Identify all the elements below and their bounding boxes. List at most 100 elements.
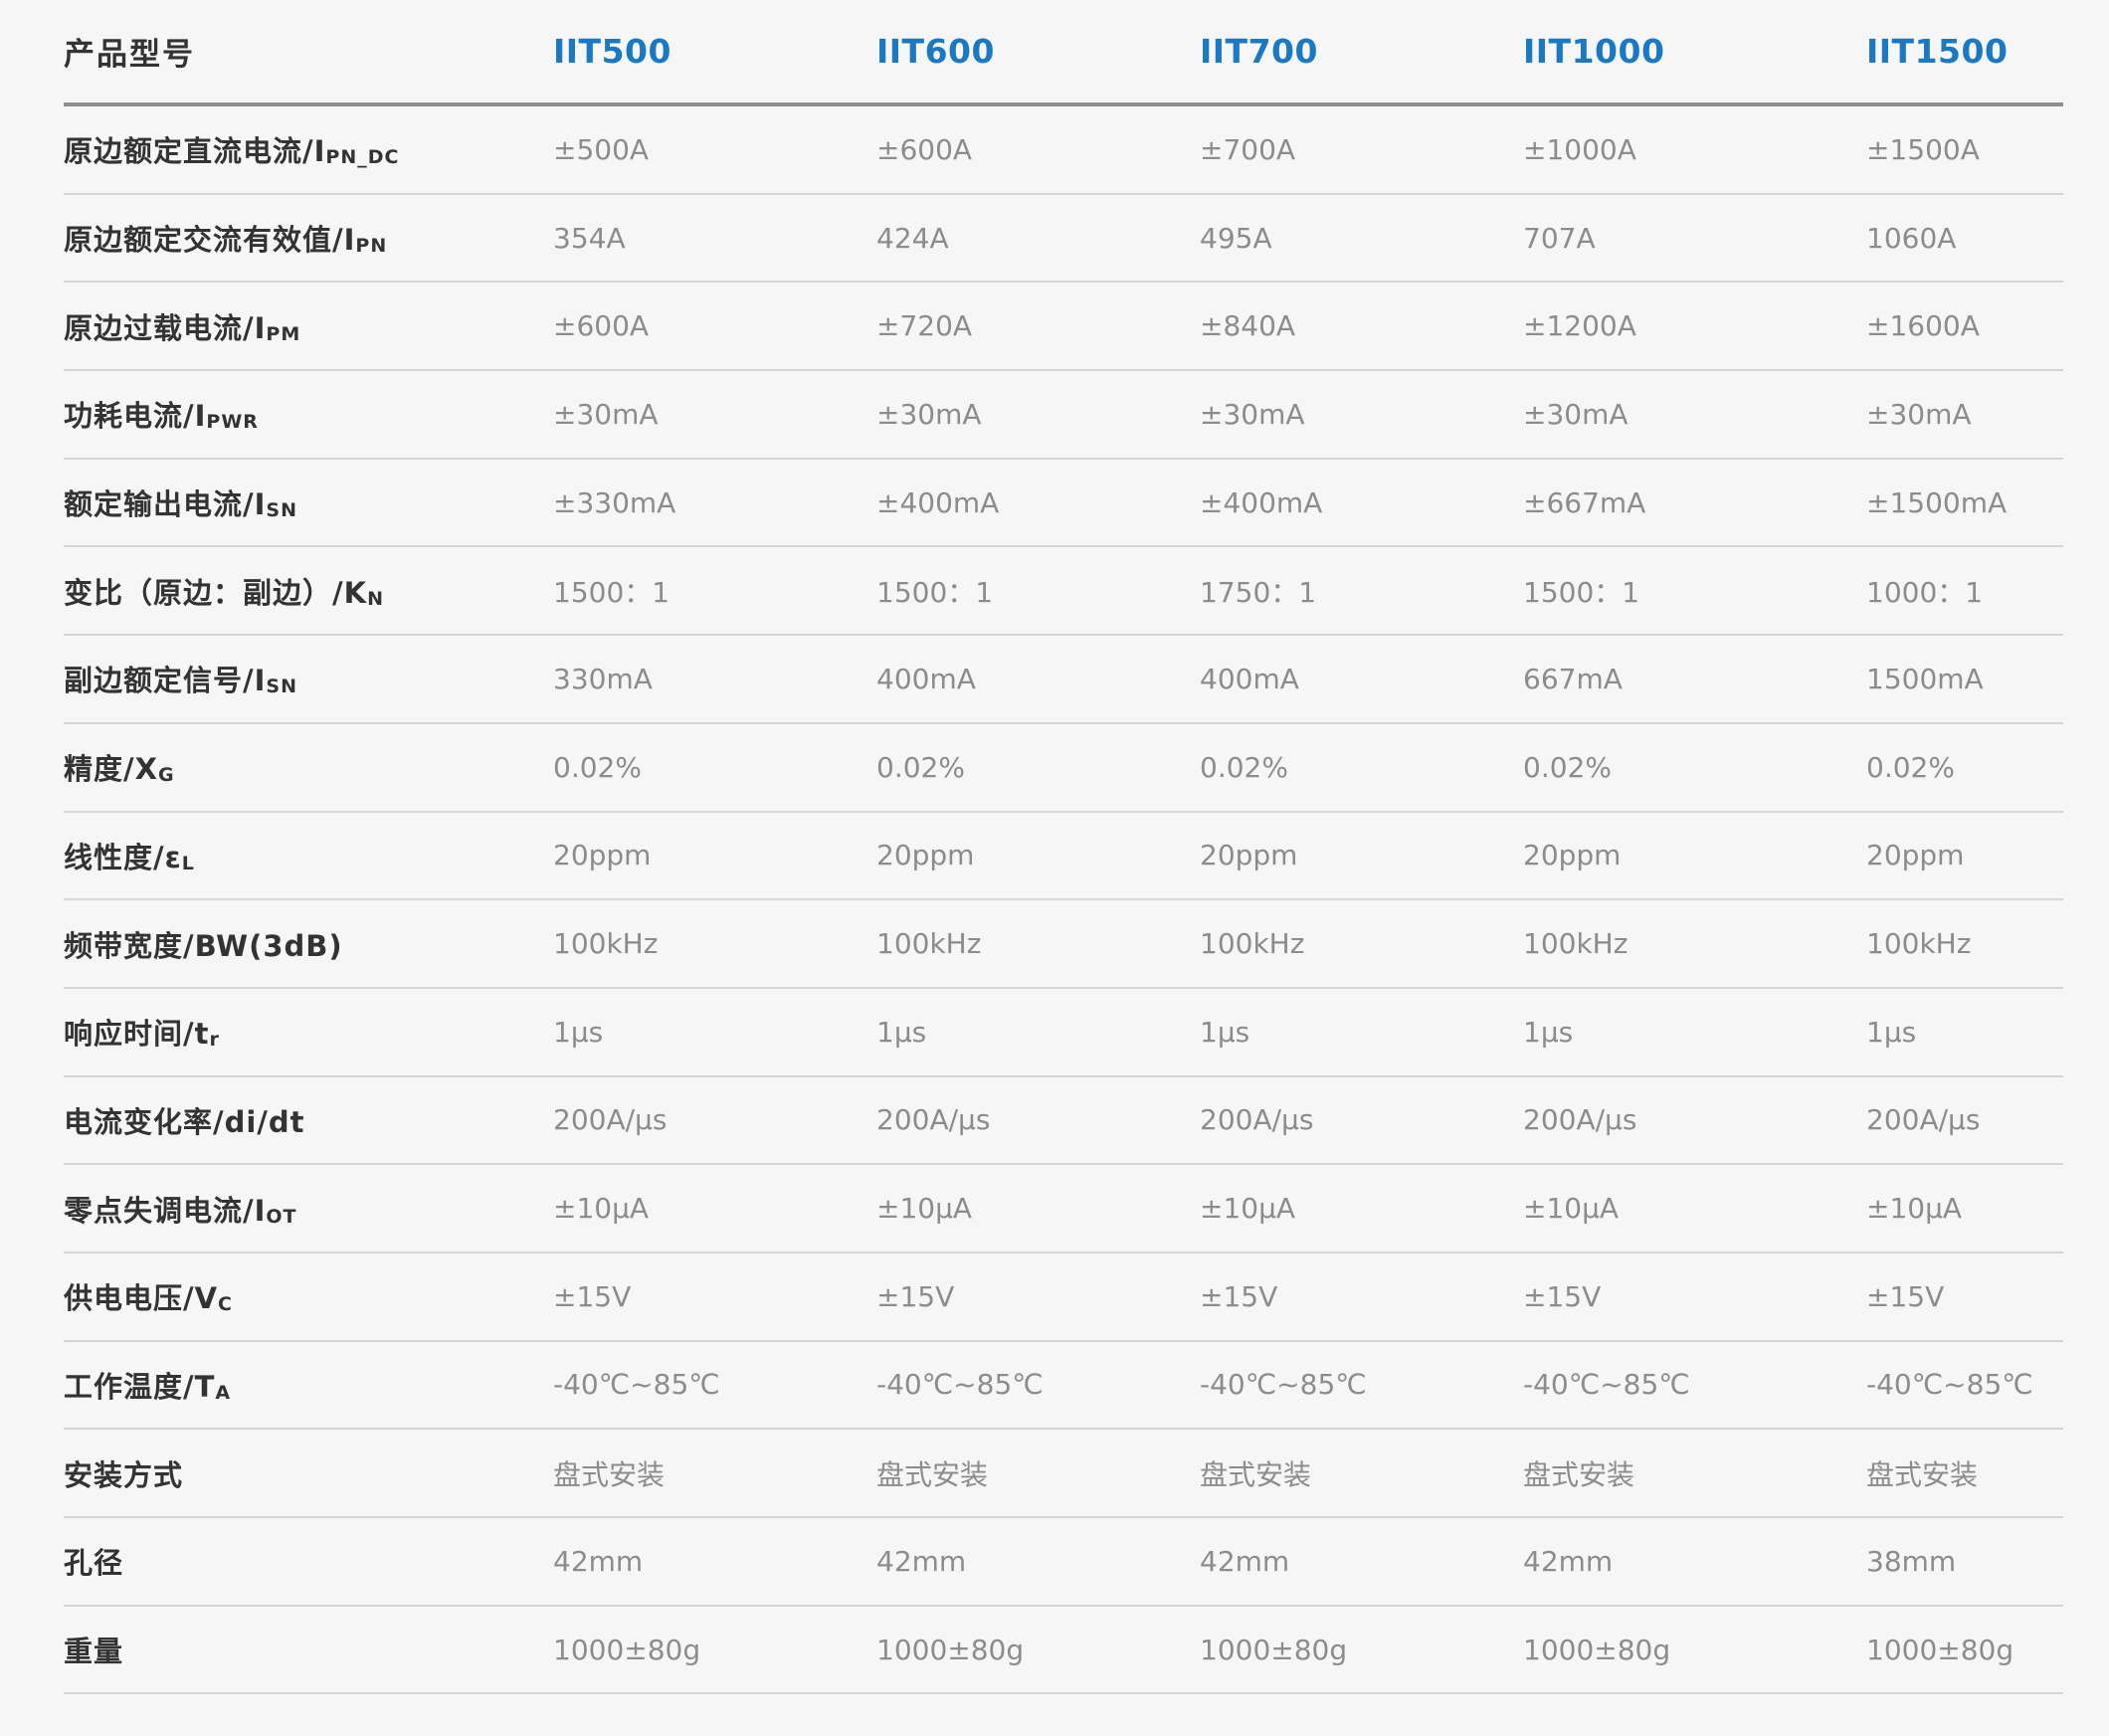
value-cell: 盘式安装 bbox=[1200, 1457, 1312, 1491]
value-cell: ±30mA bbox=[1523, 397, 1629, 431]
table-row: 安装方式 盘式安装 盘式安装 盘式安装 盘式安装 盘式安装 bbox=[64, 1430, 2063, 1518]
row-label: 零点失调电流/IOT bbox=[64, 1188, 553, 1230]
row-label-text: 副边额定信号/I bbox=[64, 664, 267, 698]
table-row: 零点失调电流/IOT ±10μA ±10μA ±10μA ±10μA ±10μA bbox=[64, 1165, 2063, 1254]
model-iit700: IIT700 bbox=[1200, 32, 1318, 71]
value-cell: 424A bbox=[876, 221, 949, 255]
row-label-subscript: SN bbox=[266, 499, 297, 522]
row-label-subscript: SN bbox=[266, 675, 297, 698]
row-label-text: 工作温度/T bbox=[64, 1369, 216, 1404]
value-cell: 200A/μs bbox=[1866, 1103, 1981, 1137]
value-cell: ±15V bbox=[553, 1279, 632, 1313]
row-label-subscript: A bbox=[215, 1381, 232, 1404]
value-cell: ±15V bbox=[1200, 1279, 1278, 1313]
value-cell: 495A bbox=[1200, 221, 1272, 255]
row-label: 精度/XG bbox=[64, 746, 553, 788]
value-cell: 盘式安装 bbox=[1866, 1457, 1979, 1491]
value-cell: ±10μA bbox=[876, 1192, 973, 1226]
table-row: 原边额定直流电流/IPN_DC ±500A ±600A ±700A ±1000A ±150… bbox=[64, 106, 2063, 195]
value-cell: 100kHz bbox=[1200, 927, 1305, 961]
value-cell: 0.02% bbox=[553, 750, 642, 784]
value-cell: 42mm bbox=[876, 1544, 967, 1578]
value-cell: ±10μA bbox=[1866, 1192, 1963, 1226]
value-cell: 1500mA bbox=[1866, 662, 1984, 695]
row-label-text: 原边过载电流/I bbox=[64, 310, 267, 345]
value-cell: ±667mA bbox=[1523, 485, 1646, 519]
table-row: 副边额定信号/ISN 330mA 400mA 400mA 667mA 1500mA bbox=[64, 636, 2063, 724]
value-cell: ±15V bbox=[1866, 1279, 1945, 1313]
value-cell: -40℃~85℃ bbox=[1866, 1368, 2033, 1402]
row-label-subscript: PN bbox=[355, 235, 388, 258]
value-cell: ±10μA bbox=[1200, 1192, 1296, 1226]
value-cell: 盘式安装 bbox=[553, 1457, 666, 1491]
value-cell: -40℃~85℃ bbox=[553, 1368, 720, 1402]
row-label-text: 频带宽度/BW(3dB) bbox=[64, 928, 343, 963]
value-cell: -40℃~85℃ bbox=[1200, 1368, 1367, 1402]
value-cell: 20ppm bbox=[876, 839, 975, 872]
table-row: 电流变化率/di/dt 200A/μs 200A/μs 200A/μs 200A/μs 2… bbox=[64, 1077, 2063, 1166]
value-cell: 20ppm bbox=[1200, 839, 1298, 872]
table-row: 线性度/εL 20ppm 20ppm 20ppm 20ppm 20ppm bbox=[64, 813, 2063, 901]
value-cell: -40℃~85℃ bbox=[876, 1368, 1044, 1402]
row-label-text: 线性度/ε bbox=[64, 840, 182, 874]
value-cell: 1000±80g bbox=[1200, 1633, 1348, 1666]
row-label-text: 供电电压/V bbox=[64, 1281, 219, 1316]
value-cell: ±330mA bbox=[553, 485, 676, 519]
row-label: 频带宽度/BW(3dB) bbox=[64, 923, 553, 965]
value-cell: ±30mA bbox=[1866, 397, 1972, 431]
row-label: 原边过载电流/IPM bbox=[64, 305, 553, 347]
value-cell: 1500：1 bbox=[876, 575, 994, 609]
row-label-text: 原边额定交流有效值/I bbox=[64, 223, 356, 258]
row-label: 功耗电流/IPWR bbox=[64, 393, 553, 435]
value-cell: 20ppm bbox=[1523, 839, 1622, 872]
table-row: 工作温度/TA -40℃~85℃ -40℃~85℃ -40℃~85℃ -40℃~… bbox=[64, 1342, 2063, 1431]
value-cell: 盘式安装 bbox=[876, 1457, 989, 1491]
value-cell: 42mm bbox=[1523, 1544, 1614, 1578]
spec-table: 产品型号 IIT500 IIT600 IIT700 IIT1000 IIT150… bbox=[64, 0, 2063, 1695]
value-cell: 1μs bbox=[553, 1015, 604, 1049]
value-cell: 100kHz bbox=[1866, 927, 1972, 961]
row-label: 供电电压/VC bbox=[64, 1275, 553, 1317]
table-row: 功耗电流/IPWR ±30mA ±30mA ±30mA ±30mA ±30mA bbox=[64, 371, 2063, 460]
value-cell: ±700A bbox=[1200, 132, 1296, 166]
value-cell: ±30mA bbox=[876, 397, 982, 431]
row-label: 原边额定交流有效值/IPN bbox=[64, 217, 553, 259]
model-iit500: IIT500 bbox=[553, 32, 671, 71]
value-cell: ±400mA bbox=[1200, 485, 1323, 519]
row-label: 额定输出电流/ISN bbox=[64, 482, 553, 523]
value-cell: 20ppm bbox=[1866, 839, 1965, 872]
table-row: 响应时间/tr 1μs 1μs 1μs 1μs 1μs bbox=[64, 989, 2063, 1077]
row-label-subscript: G bbox=[157, 764, 175, 787]
value-cell: ±10μA bbox=[1523, 1192, 1620, 1226]
row-label: 响应时间/tr bbox=[64, 1011, 553, 1053]
row-label-subscript: N bbox=[367, 587, 384, 610]
value-cell: 42mm bbox=[1200, 1544, 1290, 1578]
row-label: 安装方式 bbox=[64, 1452, 553, 1494]
row-label-text: 原边额定直流电流/I bbox=[64, 134, 326, 169]
row-label: 孔径 bbox=[64, 1540, 553, 1582]
value-cell: 0.02% bbox=[876, 750, 965, 784]
row-label-text: 精度/X bbox=[64, 752, 158, 787]
row-label: 重量 bbox=[64, 1629, 553, 1670]
value-cell: 1μs bbox=[1523, 1015, 1574, 1049]
row-label-subscript: C bbox=[218, 1293, 233, 1316]
value-cell: 0.02% bbox=[1200, 750, 1288, 784]
value-cell: ±840A bbox=[1200, 309, 1296, 343]
value-cell: 400mA bbox=[876, 662, 976, 695]
table-body: 原边额定直流电流/IPN_DC ±500A ±600A ±700A ±1000A ±150… bbox=[64, 106, 2063, 1695]
header-label: 产品型号 bbox=[64, 37, 195, 73]
row-label-subscript: L bbox=[181, 852, 195, 874]
value-cell: 1000±80g bbox=[553, 1633, 701, 1666]
value-cell: ±15V bbox=[1523, 1279, 1602, 1313]
table-header-row: 产品型号 IIT500 IIT600 IIT700 IIT1000 IIT150… bbox=[64, 0, 2063, 106]
value-cell: 1000±80g bbox=[1866, 1633, 2014, 1666]
value-cell: ±1200A bbox=[1523, 309, 1636, 343]
value-cell: ±500A bbox=[553, 132, 650, 166]
value-cell: ±1500A bbox=[1866, 132, 1980, 166]
model-iit1000: IIT1000 bbox=[1523, 32, 1665, 71]
value-cell: 0.02% bbox=[1866, 750, 1955, 784]
value-cell: 0.02% bbox=[1523, 750, 1612, 784]
value-cell: 400mA bbox=[1200, 662, 1299, 695]
value-cell: 1μs bbox=[876, 1015, 927, 1049]
table-row: 原边额定交流有效值/IPN 354A 424A 495A 707A 1060A bbox=[64, 195, 2063, 284]
